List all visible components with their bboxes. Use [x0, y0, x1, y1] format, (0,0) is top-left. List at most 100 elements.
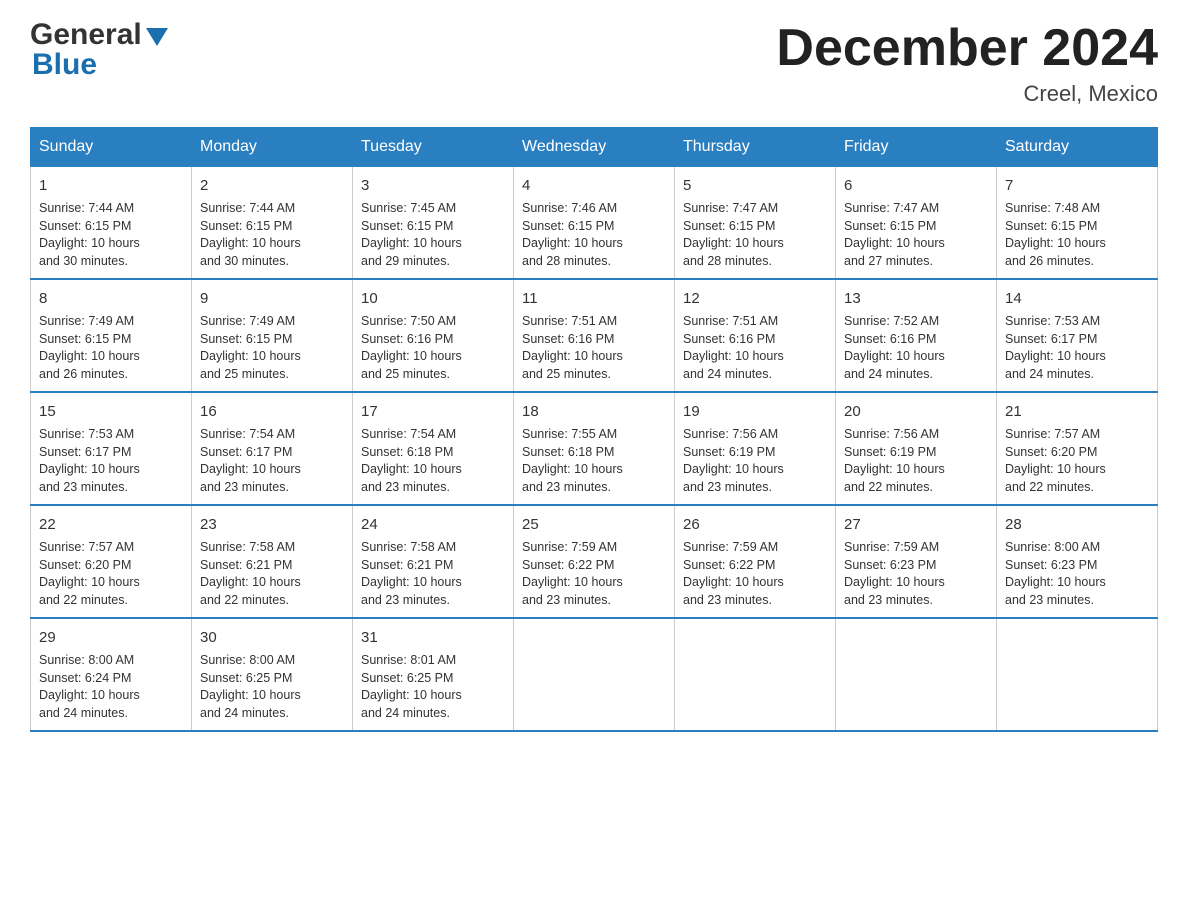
- day-number: 19: [683, 401, 827, 422]
- day-number: 15: [39, 401, 183, 422]
- day-number: 24: [361, 514, 505, 535]
- day-number: 13: [844, 288, 988, 309]
- day-info: Sunrise: 7:59 AM Sunset: 6:22 PM Dayligh…: [522, 539, 666, 609]
- day-number: 10: [361, 288, 505, 309]
- day-info: Sunrise: 7:51 AM Sunset: 6:16 PM Dayligh…: [522, 313, 666, 383]
- day-number: 21: [1005, 401, 1149, 422]
- calendar-header-thursday: Thursday: [675, 128, 836, 167]
- calendar-header-tuesday: Tuesday: [353, 128, 514, 167]
- calendar: SundayMondayTuesdayWednesdayThursdayFrid…: [30, 127, 1158, 732]
- day-info: Sunrise: 7:49 AM Sunset: 6:15 PM Dayligh…: [200, 313, 344, 383]
- logo-general-text: General: [30, 20, 142, 50]
- day-info: Sunrise: 7:55 AM Sunset: 6:18 PM Dayligh…: [522, 426, 666, 496]
- day-number: 20: [844, 401, 988, 422]
- day-info: Sunrise: 7:44 AM Sunset: 6:15 PM Dayligh…: [200, 200, 344, 270]
- day-info: Sunrise: 7:45 AM Sunset: 6:15 PM Dayligh…: [361, 200, 505, 270]
- calendar-header-wednesday: Wednesday: [514, 128, 675, 167]
- day-number: 29: [39, 627, 183, 648]
- day-info: Sunrise: 7:53 AM Sunset: 6:17 PM Dayligh…: [39, 426, 183, 496]
- calendar-cell: 26 Sunrise: 7:59 AM Sunset: 6:22 PM Dayli…: [675, 505, 836, 618]
- calendar-cell: 3 Sunrise: 7:45 AM Sunset: 6:15 PM Daylig…: [353, 167, 514, 280]
- day-info: Sunrise: 7:53 AM Sunset: 6:17 PM Dayligh…: [1005, 313, 1149, 383]
- day-number: 6: [844, 175, 988, 196]
- calendar-cell: [836, 618, 997, 731]
- day-number: 11: [522, 288, 666, 309]
- day-number: 22: [39, 514, 183, 535]
- calendar-cell: 24 Sunrise: 7:58 AM Sunset: 6:21 PM Dayli…: [353, 505, 514, 618]
- calendar-header-saturday: Saturday: [997, 128, 1158, 167]
- day-info: Sunrise: 8:01 AM Sunset: 6:25 PM Dayligh…: [361, 652, 505, 722]
- day-number: 1: [39, 175, 183, 196]
- day-number: 8: [39, 288, 183, 309]
- calendar-cell: 2Sunrise: 7:44 AM Sunset: 6:15 PM Daylig…: [192, 167, 353, 280]
- day-info: Sunrise: 8:00 AM Sunset: 6:23 PM Dayligh…: [1005, 539, 1149, 609]
- calendar-header-sunday: Sunday: [31, 128, 192, 167]
- calendar-cell: 28 Sunrise: 8:00 AM Sunset: 6:23 PM Dayli…: [997, 505, 1158, 618]
- day-info: Sunrise: 7:48 AM Sunset: 6:15 PM Dayligh…: [1005, 200, 1149, 270]
- calendar-cell: 4Sunrise: 7:46 AM Sunset: 6:15 PM Daylig…: [514, 167, 675, 280]
- calendar-cell: 11 Sunrise: 7:51 AM Sunset: 6:16 PM Dayli…: [514, 279, 675, 392]
- day-info: Sunrise: 7:47 AM Sunset: 6:15 PM Dayligh…: [683, 200, 827, 270]
- calendar-cell: [675, 618, 836, 731]
- day-number: 23: [200, 514, 344, 535]
- day-info: Sunrise: 7:57 AM Sunset: 6:20 PM Dayligh…: [1005, 426, 1149, 496]
- calendar-cell: 6Sunrise: 7:47 AM Sunset: 6:15 PM Daylig…: [836, 167, 997, 280]
- calendar-header: SundayMondayTuesdayWednesdayThursdayFrid…: [31, 128, 1158, 167]
- day-info: Sunrise: 7:59 AM Sunset: 6:22 PM Dayligh…: [683, 539, 827, 609]
- day-number: 18: [522, 401, 666, 422]
- calendar-cell: [514, 618, 675, 731]
- day-info: Sunrise: 7:54 AM Sunset: 6:18 PM Dayligh…: [361, 426, 505, 496]
- day-info: Sunrise: 8:00 AM Sunset: 6:24 PM Dayligh…: [39, 652, 183, 722]
- calendar-week-1: 1 Sunrise: 7:44 AM Sunset: 6:15 PM Daylig…: [31, 167, 1158, 280]
- calendar-cell: 14 Sunrise: 7:53 AM Sunset: 6:17 PM Dayli…: [997, 279, 1158, 392]
- calendar-week-2: 8 Sunrise: 7:49 AM Sunset: 6:15 PM Daylig…: [31, 279, 1158, 392]
- calendar-week-4: 22 Sunrise: 7:57 AM Sunset: 6:20 PM Dayli…: [31, 505, 1158, 618]
- day-info: Sunrise: 7:58 AM Sunset: 6:21 PM Dayligh…: [200, 539, 344, 609]
- calendar-cell: 15 Sunrise: 7:53 AM Sunset: 6:17 PM Dayli…: [31, 392, 192, 505]
- day-info: Sunrise: 7:57 AM Sunset: 6:20 PM Dayligh…: [39, 539, 183, 609]
- calendar-cell: 10 Sunrise: 7:50 AM Sunset: 6:16 PM Dayli…: [353, 279, 514, 392]
- day-info: Sunrise: 7:59 AM Sunset: 6:23 PM Dayligh…: [844, 539, 988, 609]
- day-info: Sunrise: 7:46 AM Sunset: 6:15 PM Dayligh…: [522, 200, 666, 270]
- calendar-cell: 23 Sunrise: 7:58 AM Sunset: 6:21 PM Dayli…: [192, 505, 353, 618]
- calendar-cell: 31Sunrise: 8:01 AM Sunset: 6:25 PM Dayli…: [353, 618, 514, 731]
- calendar-cell: 7 Sunrise: 7:48 AM Sunset: 6:15 PM Daylig…: [997, 167, 1158, 280]
- day-number: 7: [1005, 175, 1149, 196]
- calendar-header-monday: Monday: [192, 128, 353, 167]
- day-info: Sunrise: 7:54 AM Sunset: 6:17 PM Dayligh…: [200, 426, 344, 496]
- day-number: 14: [1005, 288, 1149, 309]
- calendar-cell: 25 Sunrise: 7:59 AM Sunset: 6:22 PM Dayli…: [514, 505, 675, 618]
- day-info: Sunrise: 7:52 AM Sunset: 6:16 PM Dayligh…: [844, 313, 988, 383]
- day-number: 25: [522, 514, 666, 535]
- day-info: Sunrise: 7:50 AM Sunset: 6:16 PM Dayligh…: [361, 313, 505, 383]
- day-number: 16: [200, 401, 344, 422]
- calendar-cell: 27 Sunrise: 7:59 AM Sunset: 6:23 PM Dayli…: [836, 505, 997, 618]
- day-info: Sunrise: 7:58 AM Sunset: 6:21 PM Dayligh…: [361, 539, 505, 609]
- day-info: Sunrise: 7:49 AM Sunset: 6:15 PM Dayligh…: [39, 313, 183, 383]
- header: General Blue December 2024 Creel, Mexico: [30, 20, 1158, 107]
- day-number: 17: [361, 401, 505, 422]
- month-title: December 2024: [776, 20, 1158, 77]
- calendar-cell: 13 Sunrise: 7:52 AM Sunset: 6:16 PM Dayli…: [836, 279, 997, 392]
- day-number: 27: [844, 514, 988, 535]
- logo-blue-text: Blue: [32, 50, 168, 80]
- day-number: 30: [200, 627, 344, 648]
- day-number: 12: [683, 288, 827, 309]
- day-number: 3: [361, 175, 505, 196]
- calendar-cell: 16 Sunrise: 7:54 AM Sunset: 6:17 PM Dayli…: [192, 392, 353, 505]
- calendar-cell: 29 Sunrise: 8:00 AM Sunset: 6:24 PM Dayli…: [31, 618, 192, 731]
- day-number: 28: [1005, 514, 1149, 535]
- calendar-cell: 5Sunrise: 7:47 AM Sunset: 6:15 PM Daylig…: [675, 167, 836, 280]
- calendar-cell: 21 Sunrise: 7:57 AM Sunset: 6:20 PM Dayli…: [997, 392, 1158, 505]
- day-info: Sunrise: 8:00 AM Sunset: 6:25 PM Dayligh…: [200, 652, 344, 722]
- calendar-header-friday: Friday: [836, 128, 997, 167]
- calendar-cell: 17 Sunrise: 7:54 AM Sunset: 6:18 PM Dayli…: [353, 392, 514, 505]
- day-info: Sunrise: 7:44 AM Sunset: 6:15 PM Dayligh…: [39, 200, 183, 270]
- calendar-cell: 9Sunrise: 7:49 AM Sunset: 6:15 PM Daylig…: [192, 279, 353, 392]
- logo: General Blue: [30, 20, 168, 80]
- title-area: December 2024 Creel, Mexico: [776, 20, 1158, 107]
- day-info: Sunrise: 7:56 AM Sunset: 6:19 PM Dayligh…: [683, 426, 827, 496]
- calendar-cell: 8 Sunrise: 7:49 AM Sunset: 6:15 PM Daylig…: [31, 279, 192, 392]
- calendar-cell: 30 Sunrise: 8:00 AM Sunset: 6:25 PM Dayli…: [192, 618, 353, 731]
- day-number: 26: [683, 514, 827, 535]
